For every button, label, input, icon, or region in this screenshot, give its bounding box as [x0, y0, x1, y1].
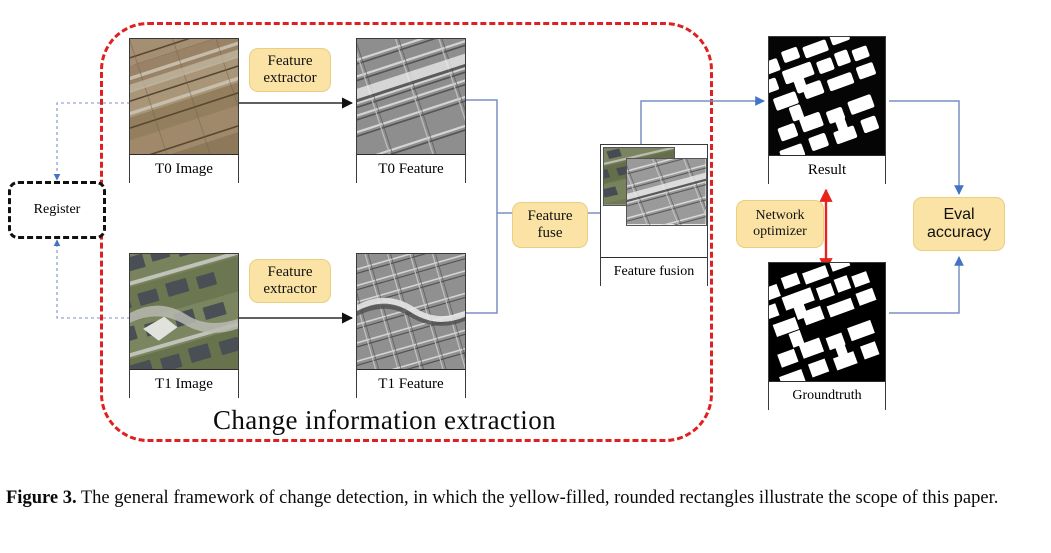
- t1-image-thumbnail: [130, 254, 238, 370]
- t0-feature-label: T0 Feature: [357, 155, 465, 183]
- scope-region-label: Change information extraction: [213, 405, 556, 435]
- process-network-optimizer[interactable]: Network optimizer: [736, 200, 824, 248]
- node-groundtruth[interactable]: Groundtruth: [768, 262, 886, 410]
- process-feature-extractor-top[interactable]: Feature extractor: [249, 48, 331, 92]
- figure-caption-text: The general framework of change detectio…: [76, 488, 999, 508]
- line1: Feature: [267, 264, 313, 281]
- process-feature-extractor-bottom-text: Feature extractor: [263, 264, 316, 298]
- wire-groundtruth-to-eval: [889, 256, 964, 314]
- process-feature-fuse-text: Feature fuse: [528, 208, 573, 242]
- process-feature-extractor-top-text: Feature extractor: [263, 53, 316, 87]
- line1: Eval: [943, 206, 975, 224]
- wire-result-to-eval: [889, 100, 964, 195]
- node-t0-feature[interactable]: T0 Feature: [356, 38, 466, 183]
- line2: extractor: [263, 281, 317, 297]
- result-label: Result: [769, 156, 885, 184]
- result-mask-thumbnail: [769, 37, 885, 156]
- node-t1-image[interactable]: T1 Image: [129, 253, 239, 398]
- t1-feature-thumbnail: [357, 254, 465, 370]
- figure-change-detection-framework: Change information extraction Register T…: [0, 0, 1051, 553]
- node-t1-feature[interactable]: T1 Feature: [356, 253, 466, 398]
- t0-image-thumbnail: [130, 39, 238, 155]
- register-label: Register: [33, 202, 81, 217]
- node-result[interactable]: Result: [768, 36, 886, 184]
- line2: fuse: [537, 225, 563, 241]
- groundtruth-label: Groundtruth: [769, 382, 885, 410]
- t1-feature-label: T1 Feature: [357, 370, 465, 398]
- feature-fusion-thumbnail: [601, 145, 707, 258]
- node-t0-image[interactable]: T0 Image: [129, 38, 239, 183]
- line2: optimizer: [753, 224, 807, 239]
- t1-image-label: T1 Image: [130, 370, 238, 398]
- process-feature-fuse[interactable]: Feature fuse: [512, 202, 588, 248]
- line1: Feature: [267, 53, 313, 70]
- figure-caption: Figure 3. The general framework of chang…: [6, 484, 1046, 514]
- node-feature-fusion[interactable]: Feature fusion: [600, 144, 708, 286]
- groundtruth-mask-thumbnail: [769, 263, 885, 382]
- fusion-layer-front: [626, 158, 707, 226]
- process-eval-accuracy[interactable]: Eval accuracy: [913, 197, 1005, 251]
- fusion-stack: [601, 145, 707, 229]
- line2: accuracy: [926, 224, 992, 241]
- line2: extractor: [263, 70, 317, 86]
- line1: Network: [755, 208, 805, 224]
- t0-image-label: T0 Image: [130, 155, 238, 183]
- process-network-optimizer-text: Network optimizer: [753, 208, 807, 239]
- figure-caption-lead: Figure 3.: [6, 488, 77, 508]
- register-box[interactable]: Register: [8, 181, 106, 239]
- process-feature-extractor-bottom[interactable]: Feature extractor: [249, 259, 331, 303]
- line1: Feature: [527, 208, 573, 225]
- feature-fusion-label: Feature fusion: [601, 258, 707, 286]
- process-eval-accuracy-text: Eval accuracy: [927, 206, 991, 242]
- t0-feature-thumbnail: [357, 39, 465, 155]
